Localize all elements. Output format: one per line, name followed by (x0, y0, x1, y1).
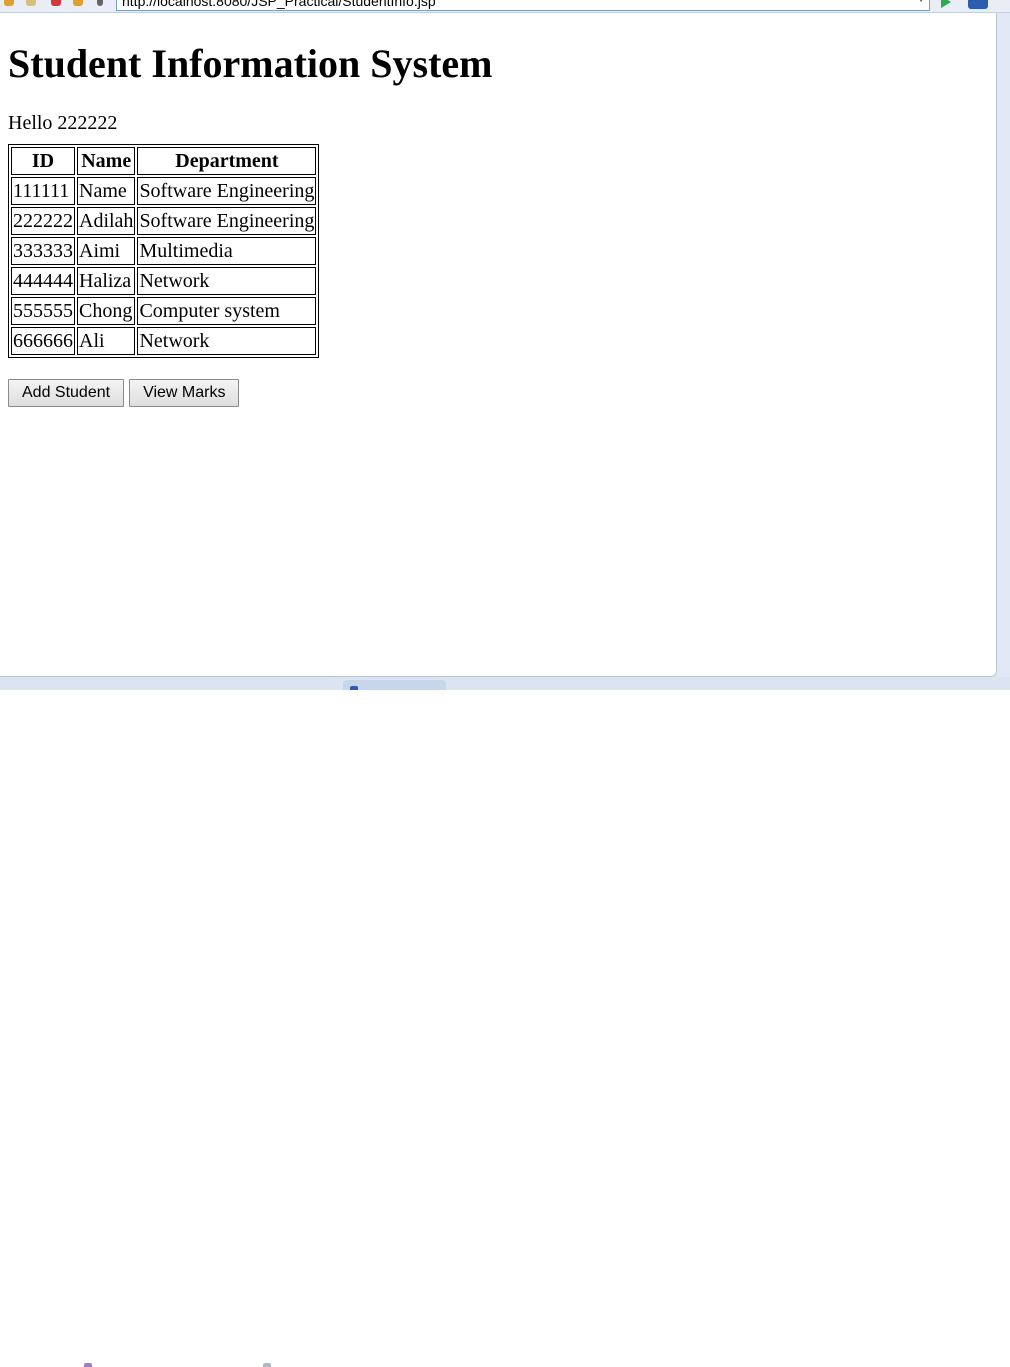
address-url: http://localhost:8080/JSP_Practical/Stud… (122, 0, 436, 9)
cell-name: Aimi (77, 237, 136, 265)
browser-window: http://localhost:8080/JSP_Practical/Stud… (0, 0, 1010, 1367)
back-icon[interactable] (4, 0, 14, 6)
address-bar[interactable]: http://localhost:8080/JSP_Practical/Stud… (116, 0, 930, 11)
table-row: 111111 Name Software Engineering (11, 177, 317, 205)
cell-name: Name (77, 177, 136, 205)
table-row: 333333 Aimi Multimedia (11, 237, 317, 265)
cell-id: 555555 (11, 297, 75, 325)
refresh-icon[interactable] (73, 0, 83, 6)
cell-id: 111111 (11, 177, 75, 205)
cell-name: Ali (77, 327, 136, 355)
taskbar-item-icon (350, 686, 358, 690)
table-row: 666666 Ali Network (11, 327, 317, 355)
table-row: 222222 Adilah Software Engineering (11, 207, 317, 235)
chevron-down-icon[interactable]: ▼ (917, 0, 925, 4)
cell-id: 444444 (11, 267, 75, 295)
greeting-text: Hello 222222 (8, 112, 118, 134)
browser-toolbar: http://localhost:8080/JSP_Practical/Stud… (0, 0, 1010, 13)
view-marks-button[interactable]: View Marks (129, 379, 240, 407)
cell-department: Software Engineering (137, 207, 317, 235)
add-student-button[interactable]: Add Student (8, 379, 125, 407)
page-title: Student Information System (8, 41, 493, 86)
header-id: ID (11, 147, 75, 175)
cell-department: Computer system (137, 297, 317, 325)
header-name: Name (77, 147, 136, 175)
page-viewport: Student Information System Hello 222222 … (0, 13, 997, 677)
cell-name: Chong (77, 297, 136, 325)
header-department: Department (137, 147, 317, 175)
cell-id: 666666 (11, 327, 75, 355)
extension-icon[interactable] (968, 0, 988, 9)
cell-id: 222222 (11, 207, 75, 235)
cell-department: Multimedia (137, 237, 317, 265)
cell-name: Haliza (77, 267, 136, 295)
taskbar (0, 677, 1010, 1367)
cell-name: Adilah (77, 207, 136, 235)
table-row: 555555 Chong Computer system (11, 297, 317, 325)
taskbar-active-tab[interactable] (343, 680, 446, 690)
cell-department: Network (137, 267, 317, 295)
cell-department: Software Engineering (137, 177, 317, 205)
go-icon[interactable] (941, 0, 951, 8)
taskbar-item-icon[interactable] (263, 1363, 271, 1367)
cell-department: Network (137, 327, 317, 355)
student-table: ID Name Department 111111 Name Software … (8, 144, 320, 358)
dropdown-icon[interactable] (97, 0, 103, 6)
stop-icon[interactable] (51, 0, 61, 6)
action-buttons: Add Student View Marks (8, 379, 492, 407)
forward-icon[interactable] (26, 0, 36, 6)
page-content: Student Information System Hello 222222 … (8, 41, 492, 407)
cell-id: 333333 (11, 237, 75, 265)
table-header-row: ID Name Department (11, 147, 317, 175)
table-row: 444444 Haliza Network (11, 267, 317, 295)
taskbar-item-icon[interactable] (84, 1363, 92, 1367)
